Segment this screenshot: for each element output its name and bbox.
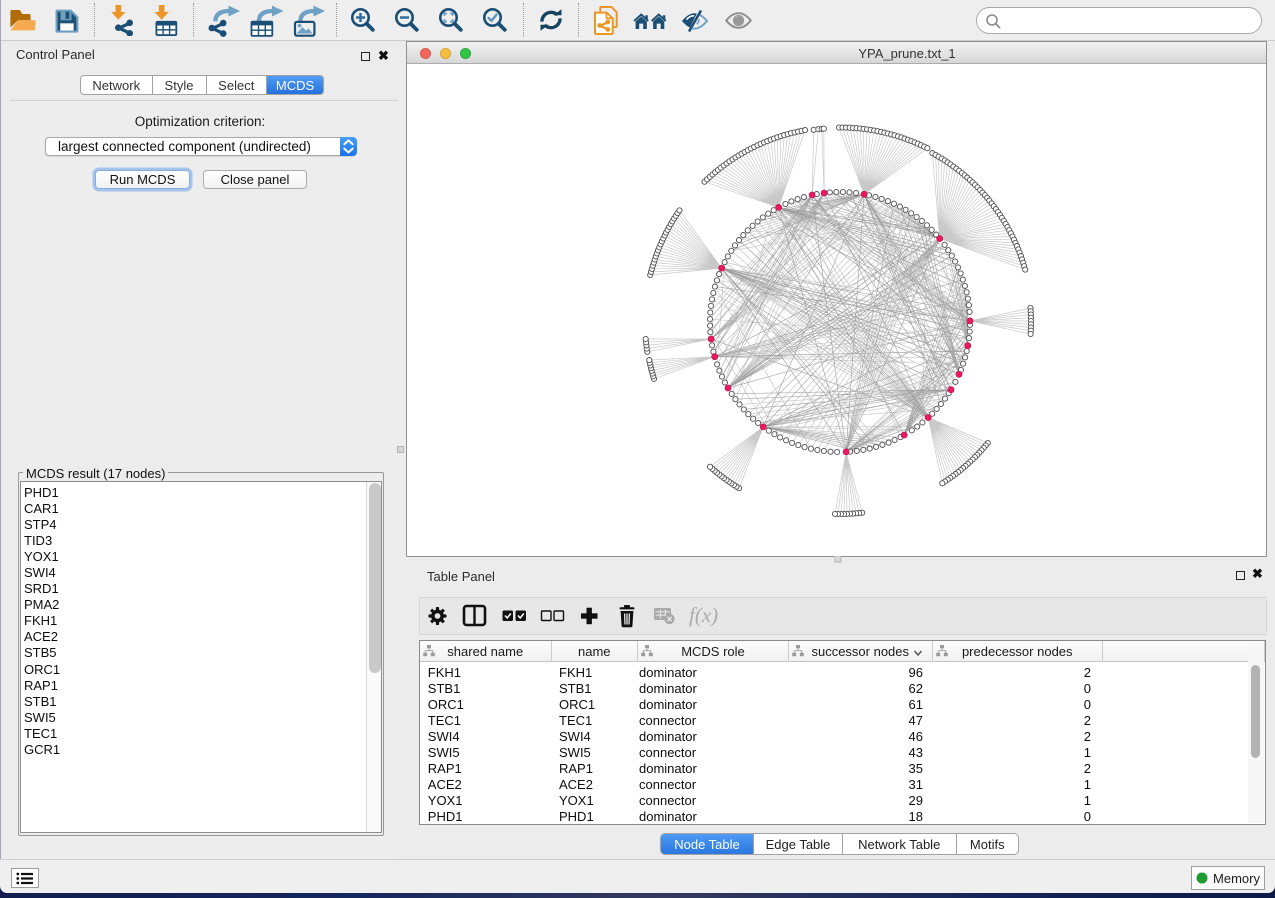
- svg-text:f(x): f(x): [689, 603, 718, 627]
